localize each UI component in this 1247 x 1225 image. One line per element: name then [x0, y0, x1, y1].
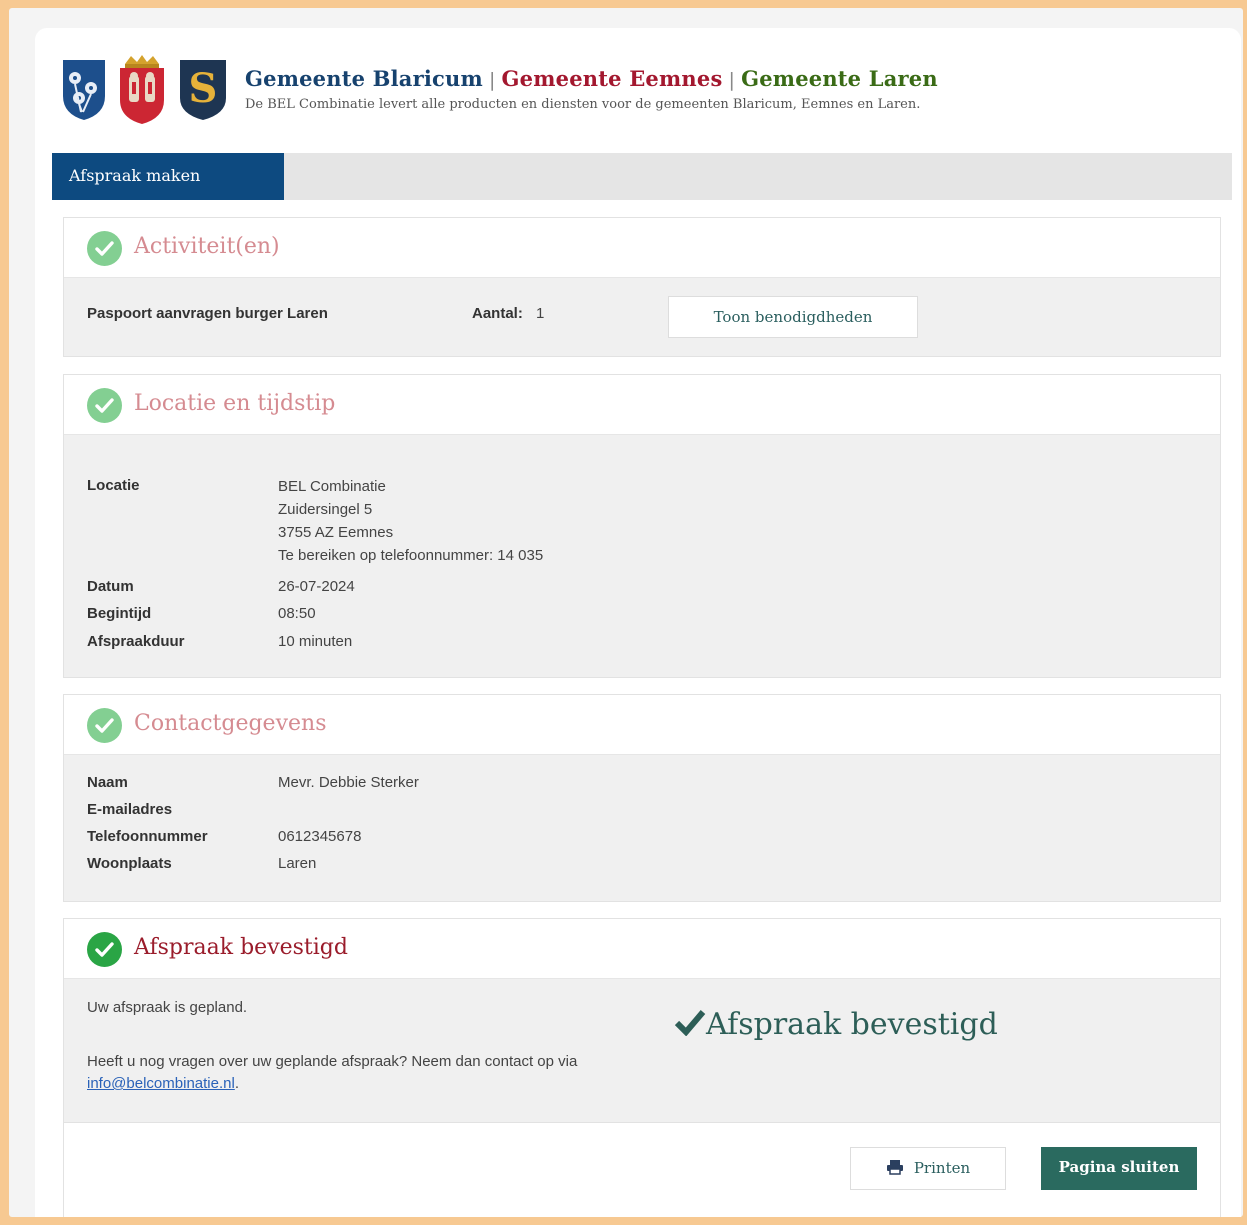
contact-title: Contactgegevens	[134, 711, 327, 736]
check-icon	[87, 932, 122, 967]
checkmark-icon	[674, 1010, 706, 1037]
municipality-names: Gemeente Blaricum | Gemeente Eemnes | Gemeen…	[245, 66, 938, 91]
municipality-blaricum[interactable]: Gemeente Blaricum	[245, 66, 483, 91]
activities-section: Activiteit(en) Paspoort aanvragen burger…	[63, 217, 1221, 357]
laren-logo: S	[180, 60, 226, 120]
activities-title: Activiteit(en)	[134, 234, 280, 259]
tab-afspraak-maken[interactable]: Afspraak maken	[52, 153, 284, 200]
confirmation-section: Afspraak bevestigd Uw afspraak is geplan…	[63, 918, 1221, 1217]
name-label: Naam	[87, 774, 128, 791]
duration-value: 10 minuten	[278, 633, 353, 650]
site-header: S Gemeente Blaricum | Gemeente Eemnes | Geme…	[35, 28, 1241, 153]
city-label: Woonplaats	[87, 855, 172, 872]
planned-text: Uw afspraak is gepland.	[87, 999, 248, 1016]
check-icon	[87, 231, 122, 266]
blaricum-logo	[63, 60, 105, 120]
close-page-button[interactable]: Pagina sluiten	[1041, 1147, 1197, 1190]
city-value: Laren	[278, 855, 317, 872]
date-label: Datum	[87, 578, 134, 595]
separator: |	[728, 69, 736, 91]
email-label: E-mailadres	[87, 801, 173, 818]
phone-value: 0612345678	[278, 828, 362, 845]
separator: |	[488, 69, 496, 91]
confirmation-header: Afspraak bevestigd	[64, 919, 1220, 979]
email-suffix: .	[234, 1075, 239, 1092]
location-line: 3755 AZ Eemnes	[278, 524, 394, 541]
start-time-label: Begintijd	[87, 605, 152, 622]
phone-label: Telefoonnummer	[87, 828, 208, 845]
contact-section: Contactgegevens Naam Mevr. Debbie Sterke…	[63, 694, 1221, 902]
questions-text: Heeft u nog vragen over uw geplande afsp…	[87, 1053, 578, 1070]
show-requirements-button[interactable]: Toon benodigdheden	[668, 296, 918, 338]
laren-logo-letter: S	[189, 65, 218, 112]
header-titles: Gemeente Blaricum | Gemeente Eemnes | Gemeen…	[245, 66, 938, 112]
location-title: Locatie en tijdstip	[134, 391, 336, 416]
location-line: Zuidersingel 5	[278, 501, 373, 518]
confirmation-title: Afspraak bevestigd	[134, 935, 348, 960]
main-card: S Gemeente Blaricum | Gemeente Eemnes | Geme…	[35, 28, 1241, 1217]
date-value: 26-07-2024	[278, 578, 355, 595]
printer-icon	[886, 1160, 903, 1175]
activity-name: Paspoort aanvragen burger Laren	[87, 305, 328, 322]
page-background: S Gemeente Blaricum | Gemeente Eemnes | Geme…	[9, 8, 1243, 1217]
confirmed-badge: Afspraak bevestigd	[674, 1007, 998, 1042]
municipality-eemnes[interactable]: Gemeente Eemnes	[502, 66, 723, 91]
tab-bar: Afspraak maken	[52, 153, 1232, 200]
confirmation-body: Uw afspraak is gepland. Heeft u nog vrag…	[64, 979, 1220, 1123]
location-line: BEL Combinatie	[278, 478, 386, 495]
contact-email-line: info@belcombinatie.nl.	[87, 1075, 239, 1093]
location-section: Locatie en tijdstip Locatie BEL Combinat…	[63, 374, 1221, 678]
location-label: Locatie	[87, 477, 140, 494]
name-value: Mevr. Debbie Sterker	[278, 774, 419, 791]
confirmed-label: Afspraak bevestigd	[706, 1007, 998, 1042]
count-value: 1	[536, 305, 545, 322]
eemnes-logo	[120, 55, 164, 124]
duration-label: Afspraakduur	[87, 633, 185, 650]
print-button[interactable]: Printen	[850, 1147, 1006, 1190]
print-label: Printen	[913, 1159, 971, 1177]
check-icon	[87, 708, 122, 743]
location-line: Te bereiken op telefoonnummer: 14 035	[278, 547, 544, 564]
municipality-laren[interactable]: Gemeente Laren	[741, 66, 938, 91]
count-label: Aantal:	[472, 305, 523, 322]
location-header: Locatie en tijdstip	[64, 375, 1220, 435]
contact-email-link[interactable]: info@belcombinatie.nl	[87, 1075, 235, 1092]
header-tagline: De BEL Combinatie levert alle producten …	[245, 97, 921, 112]
start-time-value: 08:50	[278, 605, 316, 622]
activities-header: Activiteit(en)	[64, 218, 1220, 278]
check-icon	[87, 388, 122, 423]
contact-header: Contactgegevens	[64, 695, 1220, 755]
